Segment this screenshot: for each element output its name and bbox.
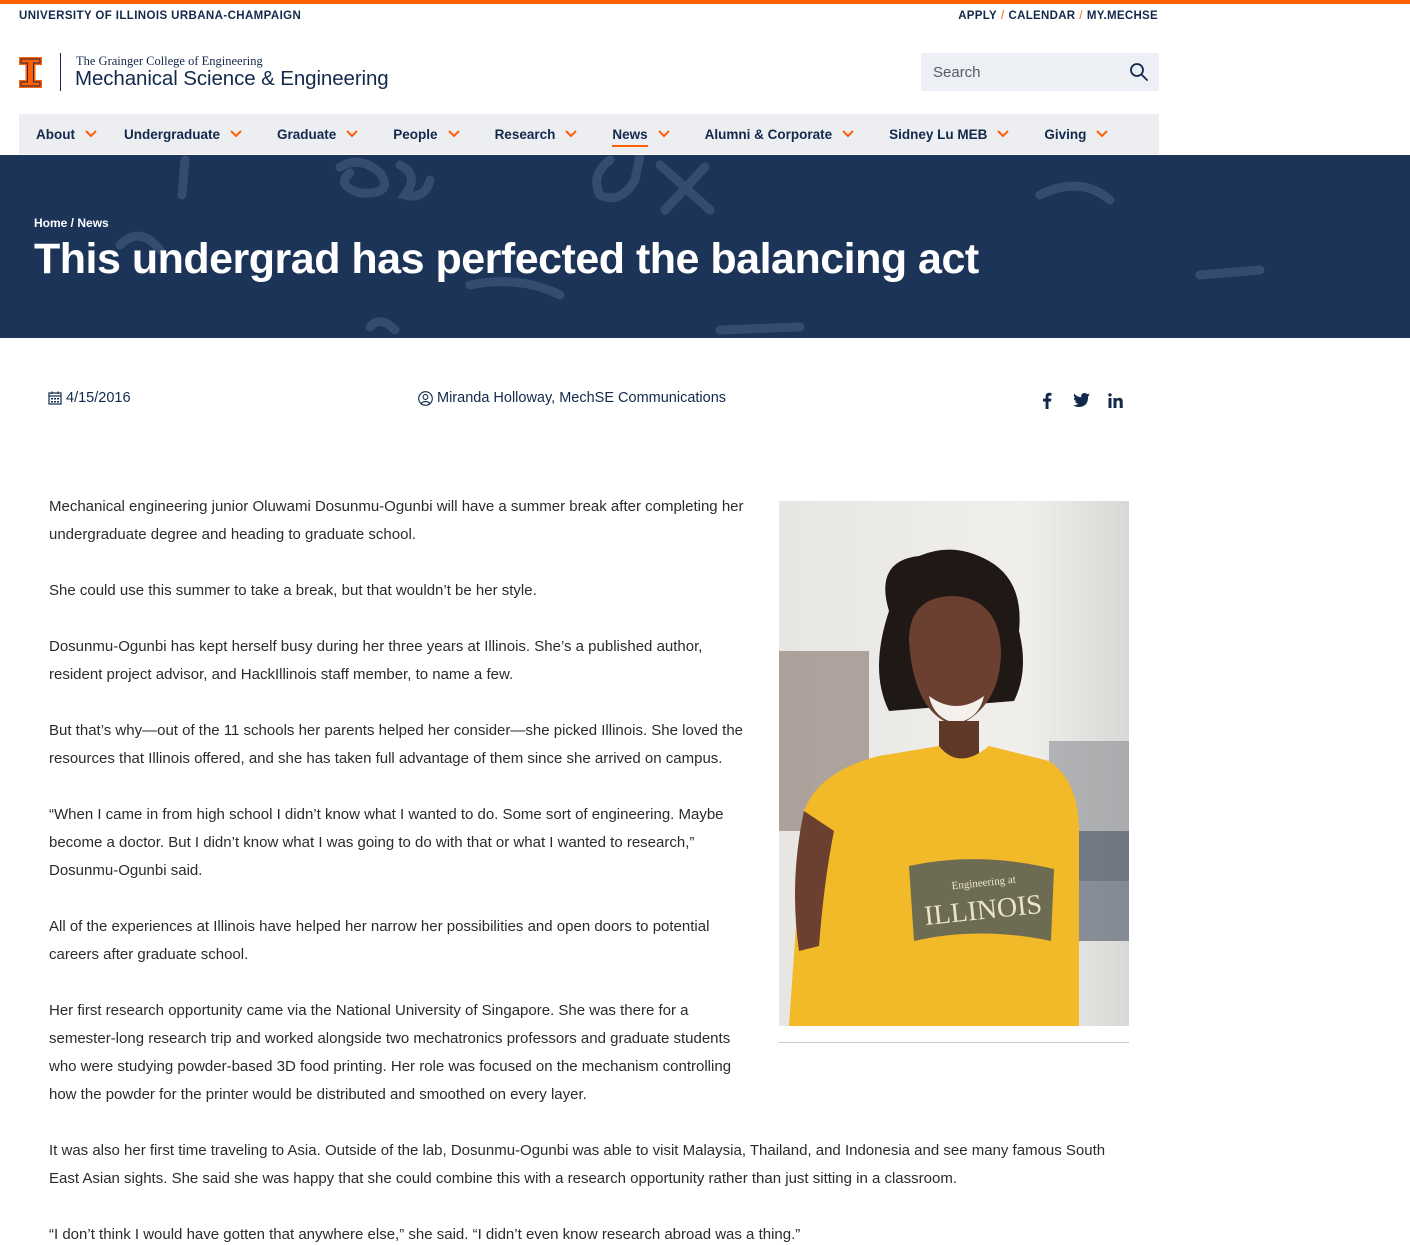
linkedin-icon[interactable] xyxy=(1104,390,1126,410)
nav-item-research[interactable]: Research xyxy=(495,114,578,154)
facebook-icon[interactable] xyxy=(1036,390,1058,410)
article-paragraph: All of the experiences at Illinois have … xyxy=(49,918,710,963)
chevron-down-icon xyxy=(1096,130,1109,138)
nav-item-news[interactable]: News xyxy=(612,114,670,154)
article-paragraph: “I don’t think I would have gotten that … xyxy=(49,1226,801,1243)
brand-divider xyxy=(60,53,61,91)
nav-label: People xyxy=(393,126,438,142)
department-name[interactable]: Mechanical Science & Engineering xyxy=(75,67,389,91)
link-separator: / xyxy=(1000,10,1005,22)
my-mechse-link[interactable]: MY.MECHSE xyxy=(1087,10,1158,22)
nav-item-sidney-lu-meb[interactable]: Sidney Lu MEB xyxy=(889,114,1010,154)
breadcrumb-home[interactable]: Home xyxy=(34,216,67,230)
article-paragraph: It was also her first time traveling to … xyxy=(49,1142,1106,1187)
article-paragraph: Her first research opportunity came via … xyxy=(49,1002,732,1103)
nav-label: Undergraduate xyxy=(123,126,221,142)
search-icon[interactable] xyxy=(1129,62,1149,82)
calendar-link[interactable]: CALENDAR xyxy=(1008,10,1075,22)
article-body: Mechanical engineering junior Oluwami Do… xyxy=(49,493,1109,1245)
chevron-down-icon xyxy=(230,130,242,138)
date-text: 4/15/2016 xyxy=(66,390,131,406)
nav-item-graduate[interactable]: Graduate xyxy=(277,114,359,154)
chevron-down-icon xyxy=(997,130,1010,138)
nav-label: Giving xyxy=(1044,126,1087,142)
nav-item-people[interactable]: People xyxy=(393,114,460,154)
user-circle-icon xyxy=(418,390,433,406)
author-text: Miranda Holloway, MechSE Communications xyxy=(437,390,727,406)
block-i-logo[interactable] xyxy=(19,57,42,88)
chevron-down-icon xyxy=(842,130,854,138)
search-box xyxy=(921,53,1159,91)
chevron-down-icon xyxy=(657,130,670,138)
chevron-down-icon xyxy=(447,130,460,138)
breadcrumb-news[interactable]: News xyxy=(77,216,108,230)
page-hero: Home / News This undergrad has perfected… xyxy=(0,155,1410,338)
article-paragraph: “When I came in from high school I didn’… xyxy=(49,806,724,879)
chevron-down-icon xyxy=(85,130,97,138)
university-name[interactable]: UNIVERSITY OF ILLINOIS URBANA-CHAMPAIGN xyxy=(19,10,301,22)
nav-label: News xyxy=(612,126,648,147)
article-date: 4/15/2016 xyxy=(48,390,131,406)
nav-label: Sidney Lu MEB xyxy=(889,126,988,142)
link-separator: / xyxy=(1079,10,1083,22)
nav-item-undergraduate[interactable]: Undergraduate xyxy=(124,114,242,154)
utility-bar: UNIVERSITY OF ILLINOIS URBANA-CHAMPAIGN … xyxy=(0,4,1410,28)
article-paragraph: But that’s why—out of the 11 schools her… xyxy=(49,722,744,767)
nav-item-giving[interactable]: Giving xyxy=(1044,114,1109,154)
twitter-icon[interactable] xyxy=(1070,390,1092,410)
calendar-icon xyxy=(48,391,62,405)
apply-link[interactable]: APPLY xyxy=(958,10,997,22)
social-share xyxy=(1036,390,1138,410)
article-paragraph: She could use this summer to take a brea… xyxy=(49,582,537,599)
utility-links: APPLY / CALENDAR / MY.MECHSE xyxy=(958,10,1158,22)
article-paragraph: Mechanical engineering junior Oluwami Do… xyxy=(49,498,744,543)
breadcrumb: Home / News xyxy=(34,216,109,230)
article-paragraph: Dosunmu-Ogunbi has kept herself busy dur… xyxy=(49,638,703,683)
breadcrumb-separator: / xyxy=(67,216,78,230)
nav-label: Research xyxy=(494,126,556,142)
main-nav: About Undergraduate Graduate People Rese… xyxy=(19,114,1159,154)
search-input[interactable] xyxy=(921,53,1121,91)
nav-item-about[interactable]: About xyxy=(36,114,97,154)
nav-label: Graduate xyxy=(277,126,337,142)
nav-label: Alumni & Corporate xyxy=(704,126,833,142)
article-author: Miranda Holloway, MechSE Communications xyxy=(418,390,726,406)
chevron-down-icon xyxy=(346,130,359,138)
page-title: This undergrad has perfected the balanci… xyxy=(34,235,979,283)
chevron-down-icon xyxy=(565,130,578,138)
nav-item-alumni-corporate[interactable]: Alumni & Corporate xyxy=(705,114,855,154)
nav-label: About xyxy=(36,126,75,142)
